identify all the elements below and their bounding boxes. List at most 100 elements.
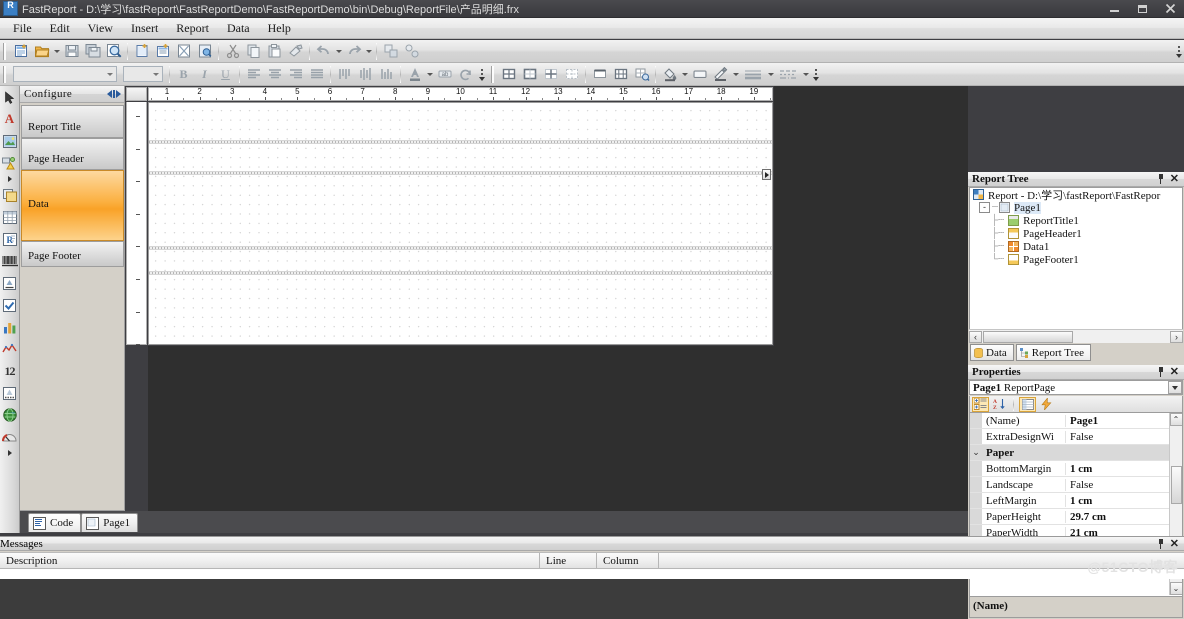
property-row[interactable]: (Name) Page1 [970, 413, 1182, 429]
object-selector-dropdown-icon[interactable] [1168, 381, 1182, 394]
tree-expander-icon[interactable]: - [979, 202, 990, 213]
band-splitter-report-title[interactable] [149, 140, 772, 144]
select-pointer-tool[interactable] [0, 86, 19, 108]
undo-dropdown-button[interactable] [334, 41, 343, 61]
fill-color-button[interactable] [659, 64, 680, 84]
border-grid-button[interactable] [610, 64, 631, 84]
save-all-button[interactable] [82, 41, 103, 61]
font-name-dropdown-icon[interactable] [103, 67, 116, 81]
align-bottom-button[interactable] [376, 64, 397, 84]
column-description[interactable]: Description [0, 553, 540, 569]
zipcode-object-tool[interactable] [0, 272, 19, 294]
pin-icon[interactable] [1157, 174, 1165, 184]
menu-help[interactable]: Help [259, 19, 300, 38]
band-splitter-page-header[interactable] [149, 171, 772, 175]
dock-tab-report-tree[interactable]: Report Tree [1015, 344, 1092, 361]
property-row[interactable]: ⌄ Paper [970, 445, 1182, 461]
line-style-button[interactable] [775, 64, 801, 84]
redo-dropdown-button[interactable] [364, 41, 373, 61]
property-value[interactable]: False [1066, 431, 1182, 443]
open-report-button[interactable] [31, 41, 52, 61]
richtext-object-tool[interactable]: R [0, 228, 19, 250]
band-expand-handle[interactable] [762, 169, 771, 180]
property-row[interactable]: PaperHeight 29.7 cm [970, 509, 1182, 525]
auto-shrink-button[interactable]: ab [434, 64, 455, 84]
undo-button[interactable] [313, 41, 334, 61]
menu-insert[interactable]: Insert [122, 19, 167, 38]
ungroup-button[interactable] [401, 41, 422, 61]
toolbar-overflow-button[interactable] [1173, 41, 1184, 61]
property-value[interactable]: 1 cm [1066, 495, 1182, 507]
scroll-left-icon[interactable]: ‹ [969, 330, 982, 343]
cut-button[interactable] [222, 41, 243, 61]
align-middle-button[interactable] [355, 64, 376, 84]
new-page-button[interactable] [131, 41, 152, 61]
border-all-button[interactable] [498, 64, 519, 84]
tree-node-data1[interactable]: ├┄ Data1 [970, 240, 1182, 253]
align-right-button[interactable] [285, 64, 306, 84]
frame-toolbar-overflow-button[interactable] [810, 64, 821, 84]
font-color-dropdown-button[interactable] [425, 64, 434, 84]
sparkline-object-tool[interactable] [0, 338, 19, 360]
scroll-right-icon[interactable]: › [1170, 330, 1183, 343]
property-row[interactable]: LeftMargin 1 cm [970, 493, 1182, 509]
properties-object-selector[interactable]: Page1 ReportPage [969, 380, 1183, 395]
property-row[interactable]: Landscape False [970, 477, 1182, 493]
gauge-object-tool[interactable] [0, 426, 19, 448]
format-painter-button[interactable] [285, 41, 306, 61]
property-row[interactable]: ExtraDesignWi False [970, 429, 1182, 445]
menu-file[interactable]: File [4, 19, 41, 38]
design-surface[interactable] [148, 102, 773, 345]
pin-icon[interactable] [1157, 367, 1165, 377]
tree-node-pageheader1[interactable]: ├┄ PageHeader1 [970, 227, 1182, 240]
minimize-button[interactable] [1100, 0, 1128, 17]
menu-report[interactable]: Report [167, 19, 218, 38]
table-object-tool[interactable] [0, 206, 19, 228]
line-style-dropdown-button[interactable] [801, 64, 810, 84]
band-report-title[interactable]: Report Title [21, 105, 124, 138]
paste-button[interactable] [264, 41, 285, 61]
border-top-button[interactable] [589, 64, 610, 84]
tab-page1[interactable]: Page1 [81, 513, 139, 532]
line-color-dropdown-button[interactable] [731, 64, 740, 84]
alphabetical-view-button[interactable]: A Z [991, 397, 1008, 412]
property-value[interactable]: 1 cm [1066, 463, 1182, 475]
scroll-down-icon[interactable]: ⌄ [1169, 582, 1182, 595]
scroll-up-icon[interactable]: ⌃ [1169, 413, 1182, 426]
gradient-object-tool[interactable] [0, 382, 19, 404]
dock-tab-data[interactable]: Data [970, 344, 1014, 361]
subreport-object-tool[interactable] [0, 184, 19, 206]
vscroll-thumb[interactable] [1170, 466, 1182, 504]
property-row[interactable]: BottomMargin 1 cm [970, 461, 1182, 477]
border-outer-button[interactable] [519, 64, 540, 84]
messages-grid[interactable]: Description Line Column [0, 552, 1184, 579]
tab-code[interactable]: Code [28, 513, 82, 532]
italic-button[interactable]: I [194, 64, 215, 84]
gauge-dropdown-tool[interactable] [0, 448, 19, 458]
column-line[interactable]: Line [540, 553, 597, 569]
tree-node-page1[interactable]: - ┄ Page1 [970, 201, 1182, 214]
events-view-button[interactable] [1038, 397, 1055, 412]
report-tree-hscrollbar[interactable]: ‹ › [969, 329, 1183, 343]
align-left-button[interactable] [243, 64, 264, 84]
font-size-dropdown-icon[interactable] [149, 67, 162, 81]
line-width-dropdown-button[interactable] [766, 64, 775, 84]
menu-data[interactable]: Data [218, 19, 259, 38]
page-setup-button[interactable] [173, 41, 194, 61]
align-center-button[interactable] [264, 64, 285, 84]
save-button[interactable] [61, 41, 82, 61]
shape-dropdown-tool[interactable] [0, 174, 19, 184]
panel-collapse-icon[interactable] [107, 90, 121, 98]
band-page-header[interactable]: Page Header [21, 138, 124, 170]
barcode-object-tool[interactable] [0, 250, 19, 272]
property-value[interactable]: Page1 [1066, 415, 1182, 427]
font-size-combo[interactable] [123, 66, 163, 82]
close-icon[interactable]: ✕ [1170, 367, 1179, 378]
group-button[interactable] [380, 41, 401, 61]
close-button[interactable] [1156, 0, 1184, 17]
underline-button[interactable]: U [215, 64, 236, 84]
shape-object-tool[interactable] [0, 152, 19, 174]
property-value[interactable]: False [1066, 479, 1182, 491]
property-value[interactable]: 29.7 cm [1066, 511, 1182, 523]
new-report-button[interactable] [10, 41, 31, 61]
